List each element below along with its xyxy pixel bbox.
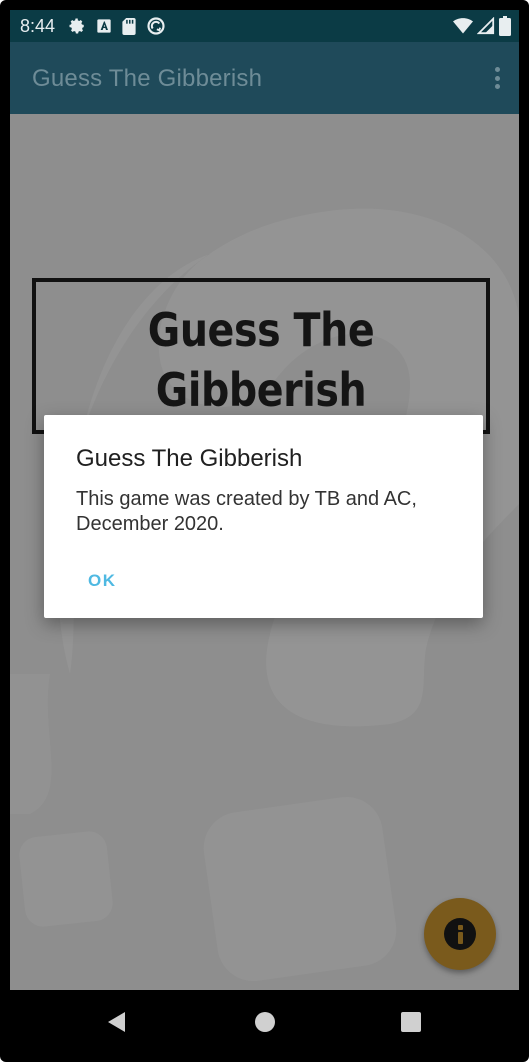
status-system-icons (453, 16, 511, 36)
dialog-message: This game was created by TB and AC, Dece… (76, 488, 417, 535)
navigation-bar (10, 990, 519, 1054)
screen: 8:44 Guess The Gibberish Guess The Gibbe… (10, 10, 519, 1054)
status-bar: 8:44 (10, 10, 519, 42)
home-icon[interactable] (253, 1010, 277, 1034)
info-fab-button[interactable] (424, 898, 496, 970)
app-bar: Guess The Gibberish (10, 42, 519, 114)
back-icon[interactable] (105, 1010, 129, 1034)
wifi-icon (453, 17, 473, 35)
sd-card-icon (122, 17, 136, 35)
signal-icon (477, 17, 495, 35)
app-title: Guess The Gibberish (32, 65, 263, 92)
font-a-icon (96, 18, 112, 34)
game-title-line-1: Guess The (147, 303, 375, 357)
game-title-line-2: Gibberish (155, 363, 367, 417)
game-title-box: Guess The Gibberish (32, 278, 490, 434)
battery-icon (499, 16, 511, 36)
device-frame: 8:44 Guess The Gibberish Guess The Gibbe… (0, 0, 529, 1062)
info-icon (444, 918, 476, 950)
recents-icon[interactable] (399, 1010, 423, 1034)
dialog-ok-button[interactable]: OK (74, 567, 131, 595)
about-dialog: Guess The Gibberish This game was create… (44, 415, 483, 618)
gear-icon (68, 17, 86, 35)
more-vert-icon[interactable] (485, 64, 509, 92)
dialog-title: Guess The Gibberish (76, 445, 303, 472)
status-time: 8:44 (20, 16, 56, 36)
status-notification-icons (68, 16, 166, 36)
sync-circle-icon (146, 16, 166, 36)
